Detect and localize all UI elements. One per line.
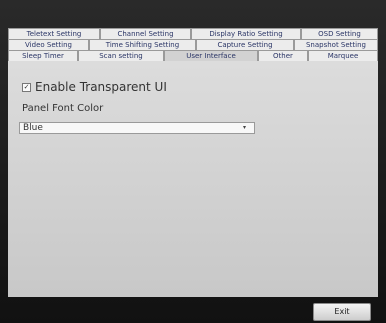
exit-button[interactable]: Exit <box>313 303 371 321</box>
tab-marquee[interactable]: Marquee <box>308 50 378 61</box>
tab-snapshot-setting[interactable]: Snapshot Setting <box>294 39 378 50</box>
tab-video-setting[interactable]: Video Setting <box>8 39 89 50</box>
tab-osd-setting[interactable]: OSD Setting <box>301 28 378 39</box>
settings-tabs: Teletext Setting Channel Setting Display… <box>8 28 378 61</box>
tab-capture-setting[interactable]: Capture Setting <box>196 39 294 50</box>
tab-scan-setting[interactable]: Scan setting <box>78 50 164 61</box>
tab-display-ratio-setting[interactable]: Display Ratio Setting <box>191 28 301 39</box>
tab-channel-setting[interactable]: Channel Setting <box>100 28 191 39</box>
panel-font-color-select[interactable]: Blue ▾ <box>19 122 255 134</box>
tab-teletext-setting[interactable]: Teletext Setting <box>8 28 100 39</box>
tab-time-shifting-setting[interactable]: Time Shifting Setting <box>89 39 196 50</box>
transparent-ui-label: Enable Transparent UI <box>35 80 167 94</box>
transparent-ui-option[interactable]: ✓ Enable Transparent UI <box>22 80 167 94</box>
tab-row-2: Video Setting Time Shifting Setting Capt… <box>8 39 378 50</box>
chevron-down-icon[interactable]: ▾ <box>243 125 246 131</box>
panel-font-color-label: Panel Font Color <box>22 103 104 114</box>
settings-window: Teletext Setting Channel Setting Display… <box>0 0 386 323</box>
tab-user-interface[interactable]: User Interface <box>164 50 258 61</box>
panel-font-color-value: Blue <box>23 123 43 133</box>
tab-sleep-timer[interactable]: Sleep Timer <box>8 50 78 61</box>
user-interface-panel: ✓ Enable Transparent UI Panel Font Color… <box>8 61 378 297</box>
tab-other[interactable]: Other <box>258 50 308 61</box>
tab-row-3: Sleep Timer Scan setting User Interface … <box>8 50 378 61</box>
tab-row-1: Teletext Setting Channel Setting Display… <box>8 28 378 39</box>
transparent-ui-checkbox[interactable]: ✓ <box>22 82 31 92</box>
